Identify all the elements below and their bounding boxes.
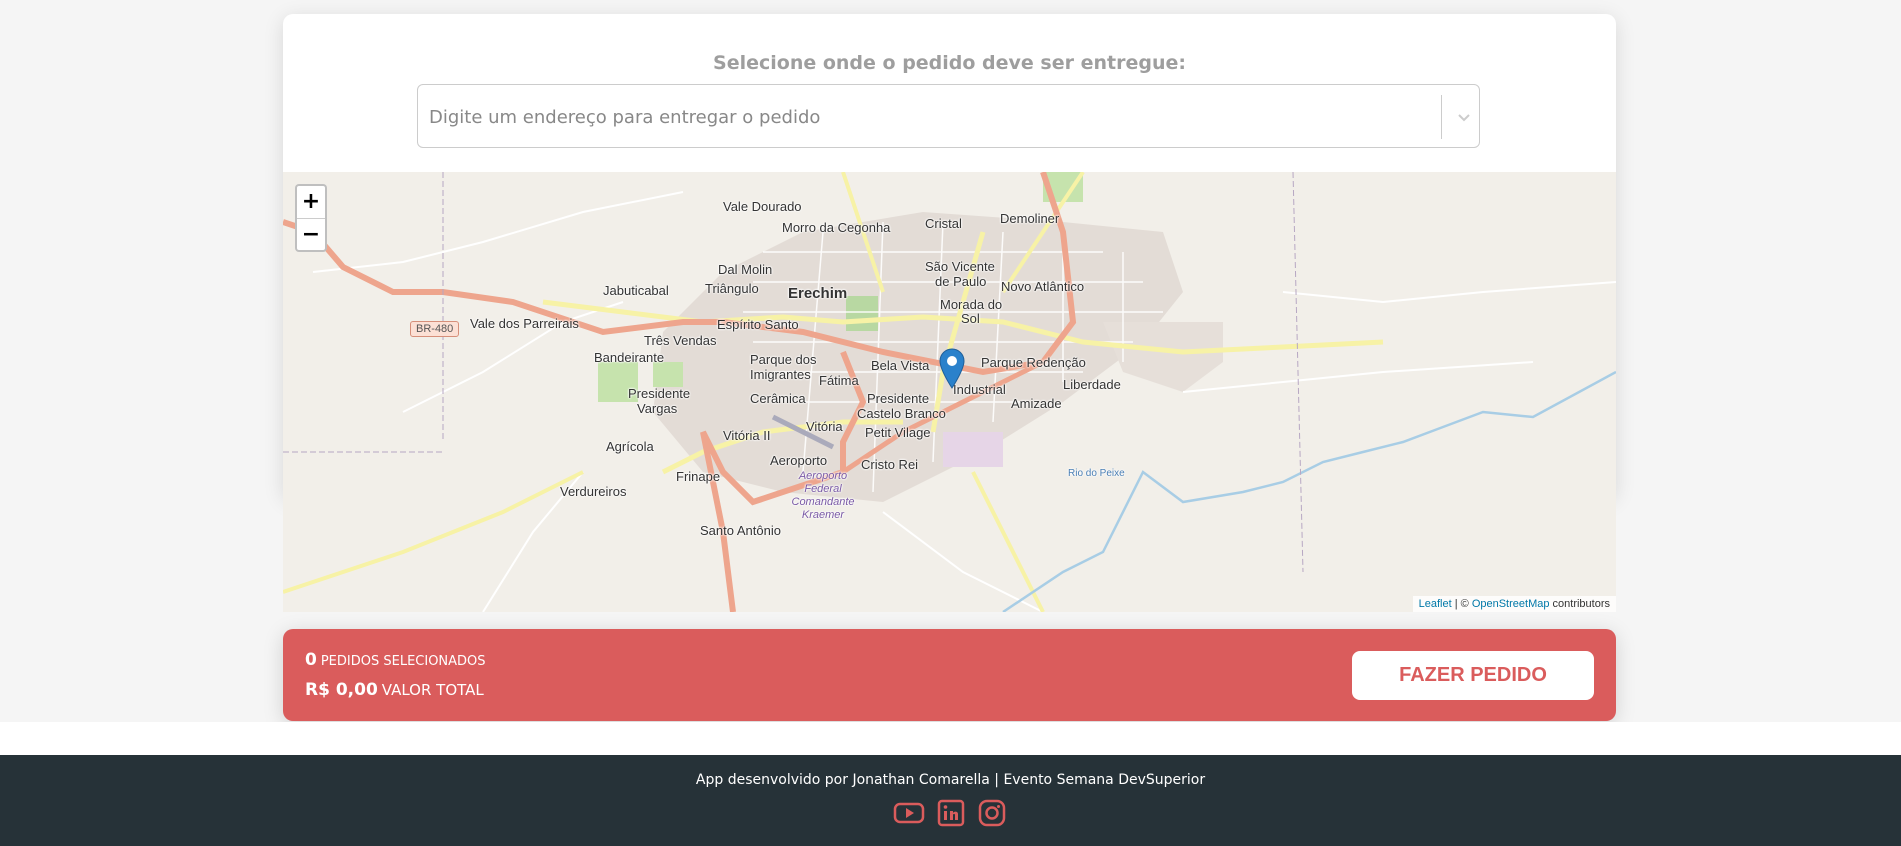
map-label: Jabuticabal — [603, 283, 669, 298]
map-label: Imigrantes — [750, 367, 811, 382]
map-label: Aeroporto — [770, 453, 828, 468]
selected-count-value: 0 — [305, 650, 317, 670]
total-amount: R$ 0,00 — [305, 680, 378, 700]
map-label: Novo Atlântico — [1001, 279, 1085, 294]
map-label: Petit Vilage — [865, 425, 931, 440]
map-label: Dal Molin — [718, 262, 773, 277]
linkedin-icon[interactable] — [935, 798, 967, 828]
attribution-suffix: contributors — [1549, 598, 1610, 610]
location-marker-icon[interactable] — [938, 347, 966, 389]
map-label: Castelo Branco — [857, 406, 946, 421]
total-value: R$ 0,00 Valor total — [305, 680, 484, 700]
map-label: Cerâmica — [750, 391, 806, 406]
map-label: Cristo Rei — [861, 457, 919, 472]
map-label: Triângulo — [705, 281, 759, 296]
selected-count-label: Pedidos selecionados — [320, 654, 486, 669]
map-label: de Paulo — [935, 274, 987, 289]
map-label: Erechim — [788, 285, 848, 302]
place-order-button[interactable]: FAZER PEDIDO — [1352, 651, 1594, 700]
map-label: Três Vendas — [644, 333, 717, 348]
leaflet-link[interactable]: Leaflet — [1419, 598, 1452, 610]
road-badge: BR-480 — [410, 321, 460, 337]
address-search-input[interactable] — [418, 85, 1431, 149]
map-attribution: Leaflet | © OpenStreetMap contributors — [1412, 596, 1616, 612]
map-label: São Vicente — [925, 259, 995, 274]
map-label: Agrícola — [606, 439, 654, 454]
map-label: Verdureiros — [560, 484, 627, 499]
map-label: Sol — [961, 311, 980, 326]
map-label: Amizade — [1011, 396, 1062, 411]
map-label: Vale Dourado — [723, 199, 802, 214]
footer: App desenvolvido por Jonathan Comarella … — [0, 755, 1901, 846]
map-label: Morro da Cegonha — [782, 220, 891, 235]
map-label: Bela Vista — [871, 358, 930, 373]
map-label: Parque Redenção — [981, 355, 1086, 370]
map-label: Parque dos — [750, 352, 817, 367]
address-select[interactable] — [417, 84, 1480, 149]
map-label: Presidente — [867, 391, 930, 406]
map-label: Presidente — [628, 386, 691, 401]
attribution-separator: | © — [1451, 598, 1472, 610]
map-label: Liberdade — [1063, 377, 1121, 392]
page-title: Selecione onde o pedido deve ser entregu… — [713, 52, 1186, 74]
select-separator — [1441, 95, 1442, 139]
chevron-down-icon[interactable] — [1454, 107, 1474, 127]
map-label: Rio do Peixe — [1068, 468, 1125, 479]
map-label: Fátima — [819, 373, 859, 388]
map-label: Vitória II — [723, 428, 771, 443]
map-label: Bandeirante — [594, 350, 665, 365]
youtube-icon[interactable] — [893, 798, 925, 828]
order-summary: 0 Pedidos selecionados R$ 0,00 Valor total… — [283, 629, 1616, 721]
page-spacer — [0, 722, 1901, 755]
footer-credits: App desenvolvido por Jonathan Comarella … — [695, 772, 1206, 788]
zoom-in-button[interactable]: + — [297, 186, 325, 219]
map-label: Vitória — [806, 419, 843, 434]
delivery-map[interactable]: + − BR-480 Vale Dourado Morro da Cegonha… — [283, 172, 1616, 612]
zoom-control: + − — [295, 184, 327, 252]
map-label: Demoliner — [1000, 211, 1060, 226]
map-label: Vargas — [637, 401, 678, 416]
map-tiles — [283, 172, 1616, 612]
map-label: Morada do — [940, 297, 1003, 312]
openstreetmap-link[interactable]: OpenStreetMap — [1472, 598, 1550, 610]
map-label: Aeroporto Federal Comandante Kraemer — [791, 470, 855, 521]
map-label: Frinape — [676, 469, 721, 484]
map-label: Cristal — [925, 216, 962, 231]
map-label: Vale dos Parreirais — [470, 316, 579, 331]
social-links — [0, 798, 1901, 828]
instagram-icon[interactable] — [976, 798, 1008, 828]
map-label: Espírito Santo — [717, 317, 799, 332]
total-label: Valor total — [381, 681, 484, 699]
selected-count: 0 Pedidos selecionados — [305, 650, 486, 670]
map-label: Santo Antônio — [700, 523, 781, 538]
zoom-out-button[interactable]: − — [297, 219, 325, 251]
